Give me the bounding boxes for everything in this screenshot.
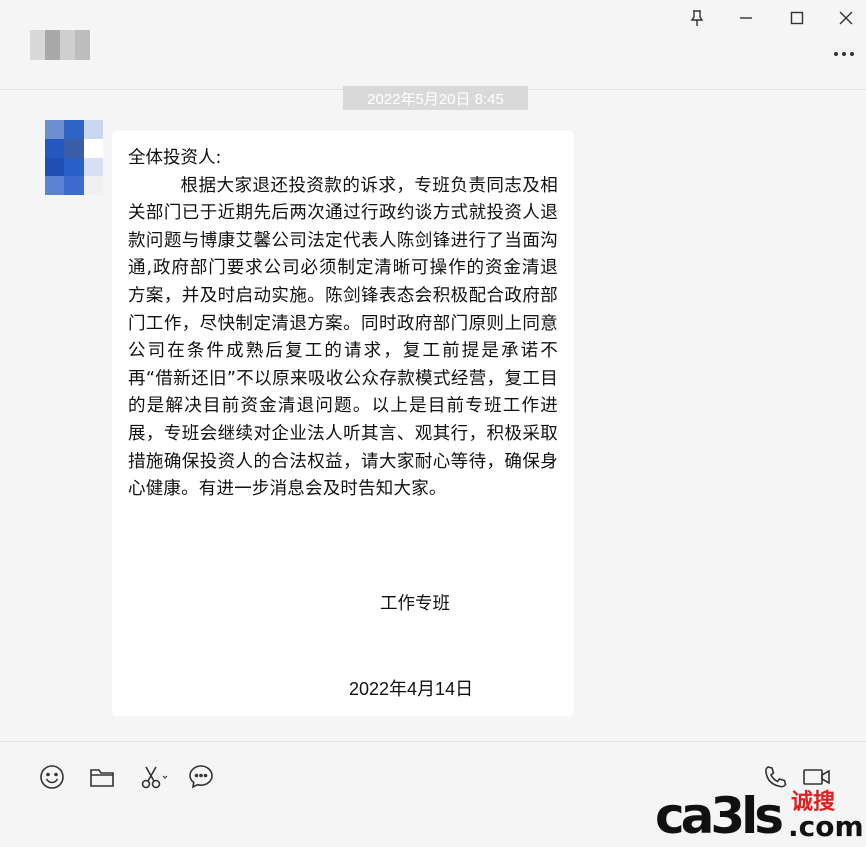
close-icon[interactable] bbox=[834, 6, 858, 30]
pin-icon[interactable] bbox=[685, 6, 709, 30]
message-date: 2022年4月14日 bbox=[349, 679, 474, 699]
contact-name-blurred bbox=[30, 30, 90, 60]
message-signature: 工作专班 bbox=[380, 594, 450, 614]
message-bubble[interactable]: 全体投资人: 根据大家退还投资款的诉求，专班负责同志及相关部门已于近期先后两次通… bbox=[112, 131, 574, 716]
chat-area: 2022年5月20日 8:45 全体投资人: 根据大家退还投资款的诉求，专班负责… bbox=[0, 86, 866, 741]
message-timestamp: 2022年5月20日 8:45 bbox=[343, 86, 528, 110]
more-icon[interactable] bbox=[830, 44, 858, 64]
chat-bubble-icon[interactable] bbox=[186, 762, 216, 792]
avatar[interactable] bbox=[45, 120, 103, 195]
watermark-domain-text: .com bbox=[788, 810, 864, 843]
message-salutation: 全体投资人: bbox=[128, 148, 222, 168]
maximize-icon[interactable] bbox=[785, 6, 809, 30]
emoji-icon[interactable] bbox=[37, 762, 67, 792]
message-body: 根据大家退还投资款的诉求，专班负责同志及相关部门已于近期先后两次通过行政约谈方式… bbox=[128, 175, 558, 500]
minimize-icon[interactable] bbox=[734, 6, 758, 30]
watermark-logo-text: ca3ls bbox=[655, 787, 784, 845]
folder-icon[interactable] bbox=[87, 762, 117, 792]
scissors-icon[interactable] bbox=[137, 762, 171, 792]
site-watermark: ca3ls 诚搜 .com bbox=[655, 787, 864, 845]
chat-header bbox=[0, 0, 866, 90]
